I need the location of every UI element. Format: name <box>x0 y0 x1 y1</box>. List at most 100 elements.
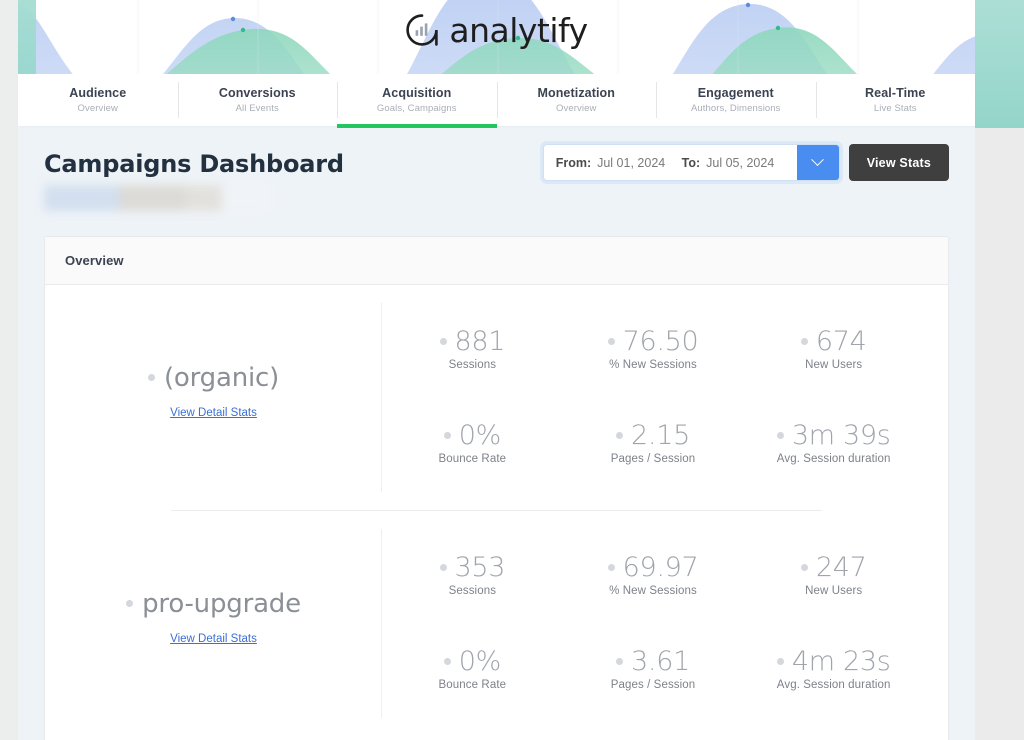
date-range-toolbar: From: Jul 01, 2024 To: Jul 05, 2024 View… <box>542 144 949 181</box>
stat-value-wrap: 3.61 <box>616 646 690 677</box>
stat-value: 4m 23s <box>791 646 891 678</box>
tab-subtitle: All Events <box>235 103 279 114</box>
hero-edge-accent-right <box>975 0 1024 128</box>
stat-label: Avg. Session duration <box>776 453 891 466</box>
stat-label: New Users <box>805 584 863 597</box>
stat-value-wrap: 76.50 <box>607 325 699 357</box>
tab-title: Engagement <box>697 86 774 100</box>
stat-cell: 353 Sessions <box>382 552 563 597</box>
campaign-name-column: (organic) View Detail Stats <box>45 285 382 510</box>
stat-cell: 2.15 Pages / Session <box>563 420 744 465</box>
view-detail-stats-link[interactable]: View Detail Stats <box>170 407 257 419</box>
stat-cell: 247 New Users <box>743 552 924 597</box>
tab-title: Acquisition <box>382 86 452 100</box>
stat-value: 247 <box>815 551 867 583</box>
date-from-label: From: <box>555 155 592 170</box>
overview-card-header: Overview <box>45 237 948 285</box>
date-to-value[interactable]: Jul 05, 2024 <box>706 156 774 170</box>
campaign-stats-grid: 353 Sessions 69.97% New Sessions 247 New Use… <box>382 511 948 736</box>
tab-title: Monetization <box>537 86 616 100</box>
bullet-dot-icon <box>607 563 615 571</box>
stat-value-wrap: 0% <box>443 420 502 452</box>
stat-cell: 0% Bounce Rate <box>382 646 563 691</box>
campaign-row: pro-upgrade View Detail Stats 353 Sessions 6… <box>45 511 948 736</box>
view-stats-button[interactable]: View Stats <box>848 144 949 181</box>
tab-title: Conversions <box>218 86 296 100</box>
stat-label: Bounce Rate <box>438 453 507 466</box>
tab-engagement[interactable]: Engagement Authors, Dimensions <box>656 74 816 126</box>
bullet-dot-icon <box>616 432 624 440</box>
stat-label: % New Sessions <box>609 358 697 371</box>
stat-value: 674 <box>815 325 867 357</box>
bullet-dot-icon <box>439 337 447 345</box>
overview-card-title: Overview <box>65 253 124 268</box>
stat-value-wrap: 247 <box>800 551 867 583</box>
bullet-dot-icon <box>800 337 808 345</box>
stat-label: Bounce Rate <box>438 679 507 692</box>
date-range-dropdown-toggle[interactable] <box>796 145 839 180</box>
tab-acquisition[interactable]: Acquisition Goals, Campaigns <box>337 74 497 128</box>
bullet-dot-icon <box>443 658 451 666</box>
bullet-dot-icon <box>443 432 451 440</box>
tab-audience[interactable]: Audience Overview <box>18 74 178 126</box>
page-gutter-left <box>0 0 18 740</box>
tab-subtitle: Overview <box>77 103 118 114</box>
stat-label: % New Sessions <box>609 584 697 597</box>
tab-monetization[interactable]: Monetization Overview <box>496 74 657 126</box>
tab-conversions[interactable]: Conversions All Events <box>177 74 338 126</box>
stat-cell: 69.97% New Sessions <box>563 552 744 597</box>
bullet-dot-icon <box>800 563 808 571</box>
date-to-label: To: <box>681 155 701 170</box>
view-detail-stats-link[interactable]: View Detail Stats <box>170 633 257 645</box>
campaign-rows: (organic) View Detail Stats 881 Sessions 76.… <box>45 285 948 736</box>
tab-subtitle: Goals, Campaigns <box>376 103 457 114</box>
stat-value-wrap: 0% <box>443 646 502 678</box>
stat-value: 2.15 <box>631 420 690 452</box>
overview-card: Overview (organic) View Detail Stats 881 Se… <box>44 236 949 740</box>
bullet-dot-icon <box>776 658 784 666</box>
stat-label: Avg. Session duration <box>776 679 891 692</box>
tab-title: Real-Time <box>865 86 926 100</box>
stat-label: New Users <box>805 358 863 371</box>
tab-subtitle: Overview <box>556 103 597 114</box>
stat-cell: 881 Sessions <box>382 326 563 371</box>
tab-subtitle: Live Stats <box>873 103 917 114</box>
stat-cell: 4m 23s Avg. Session duration <box>743 646 924 691</box>
bullet-dot-icon <box>147 374 155 381</box>
campaign-name-wrap: (organic) <box>147 362 280 393</box>
bullet-dot-icon <box>439 563 447 571</box>
stat-label: Sessions <box>448 584 497 597</box>
app-root: analytify Audience Overview Conversions All… <box>0 0 1024 740</box>
bar-chart-circle-icon <box>406 14 439 46</box>
stat-value: 0% <box>458 646 502 678</box>
page-subtitle-redacted <box>44 185 272 211</box>
stat-value: 3m 39s <box>791 420 891 452</box>
campaign-name: pro-upgrade <box>142 588 301 619</box>
brand-name: analytify <box>449 10 588 50</box>
campaign-stats-grid: 881 Sessions 76.50% New Sessions 674 New Use… <box>382 285 948 510</box>
tab-real-time[interactable]: Real-Time Live Stats <box>815 74 976 126</box>
stat-value-wrap: 881 <box>439 326 505 357</box>
stat-label: Pages / Session <box>610 679 696 692</box>
stat-value: 0% <box>458 420 502 452</box>
stat-value-wrap: 353 <box>439 551 506 583</box>
stat-value: 353 <box>454 551 506 583</box>
primary-tab-bar: Audience Overview Conversions All Events Acq… <box>18 74 976 128</box>
stat-value: 76.50 <box>622 325 699 357</box>
date-range-fields[interactable]: From: Jul 01, 2024 To: Jul 05, 2024 <box>544 145 797 180</box>
stat-value-wrap: 3m 39s <box>776 420 891 452</box>
bullet-dot-icon <box>616 658 624 666</box>
stat-label: Sessions <box>448 358 497 371</box>
campaign-name: (organic) <box>163 362 280 393</box>
bullet-dot-icon <box>776 432 784 440</box>
stat-cell: 3m 39s Avg. Session duration <box>743 420 924 465</box>
stat-value-wrap: 674 <box>800 325 867 357</box>
date-range-picker[interactable]: From: Jul 01, 2024 To: Jul 05, 2024 <box>542 144 840 181</box>
stat-cell: 76.50% New Sessions <box>563 326 744 371</box>
brand-logo: analytify <box>18 0 975 60</box>
date-from-value[interactable]: Jul 01, 2024 <box>597 156 665 170</box>
tab-subtitle: Authors, Dimensions <box>690 103 781 114</box>
campaign-row: (organic) View Detail Stats 881 Sessions 76.… <box>45 285 948 510</box>
stat-value-wrap: 4m 23s <box>776 646 891 678</box>
stat-label: Pages / Session <box>610 453 696 466</box>
